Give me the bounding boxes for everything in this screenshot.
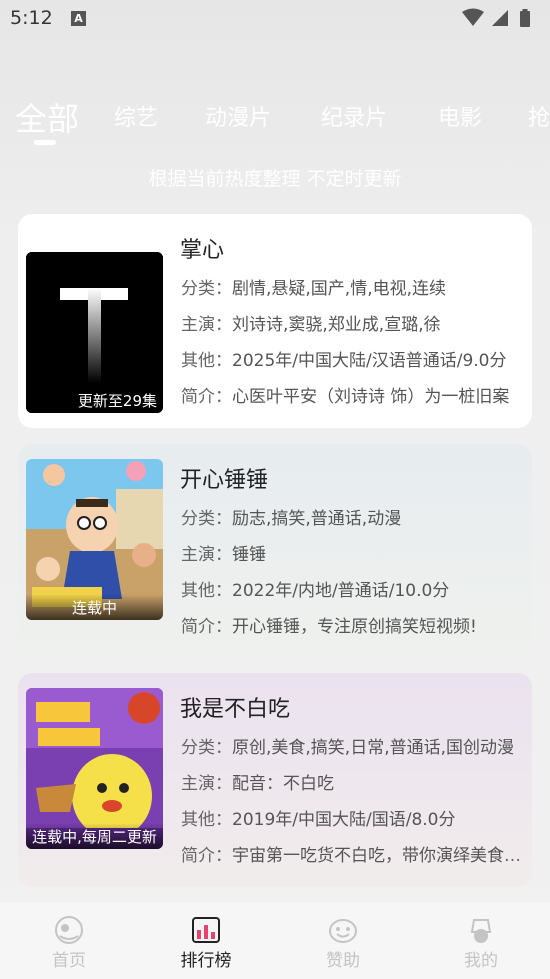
home-icon [55,916,83,944]
wifi-icon [462,8,484,26]
cast-value: 配音：不白吃 [232,774,334,794]
update-badge: 更新至29集 [26,387,163,413]
intro-row: 简介：心医叶平安（刘诗诗 饰）为一桩旧案 [181,382,521,407]
tab-documentary[interactable]: 纪录片 [321,100,387,132]
nav-sponsor-label: 赞助 [326,951,360,971]
bottom-navigation: 首页 排行榜 赞助 我的 [0,902,550,979]
card-title: 我是不白吃 [180,697,291,722]
other-value: 2019年/中国大陆/国语/8.0分 [232,810,456,830]
nav-profile-label: 我的 [464,951,498,971]
ranking-card[interactable]: 连载中 开心锤锤 分类：励志,搞笑,普通话,动漫 主演：锤锤 其他：2022年/… [18,444,532,658]
ranking-card[interactable]: 更新至29集 掌心 分类：剧情,悬疑,国产,情,电视,连续 主演：刘诗诗,窦骁,… [18,214,532,428]
other-label: 其他： [181,581,232,601]
other-row: 其他：2022年/内地/普通话/10.0分 [181,576,521,601]
category-row: 分类：剧情,悬疑,国产,情,电视,连续 [181,274,521,299]
intro-value: 心医叶平安（刘诗诗 饰）为一桩旧案 [232,387,510,407]
intro-row: 简介：宇宙第一吃货不白吃，带你演绎美食背后的故事 [181,841,521,866]
cast-row: 主演：刘诗诗,窦骁,郑业成,宣璐,徐 [181,310,521,335]
category-label: 分类： [181,738,232,758]
category-value: 励志,搞笑,普通话,动漫 [232,509,402,529]
ranking-icon [192,917,220,943]
intro-value: 开心锤锤，专注原创搞笑短视频! [232,617,477,637]
intro-label: 简介： [181,846,232,866]
profile-icon [470,919,492,943]
tab-anime[interactable]: 动漫片 [205,100,271,132]
category-row: 分类：励志,搞笑,普通话,动漫 [181,504,521,529]
nav-profile[interactable]: 我的 [436,916,526,971]
nav-ranking[interactable]: 排行榜 [161,916,251,971]
poster-image: 连载中 [26,459,163,620]
intro-value: 宇宙第一吃货不白吃，带你演绎美食背后的故事 [232,846,521,866]
ranking-subtitle: 根据当前热度整理 不定时更新 [148,168,402,190]
nav-home[interactable]: 首页 [24,916,114,971]
other-value: 2022年/内地/普通话/10.0分 [232,581,450,601]
sponsor-icon [329,919,357,943]
intro-label: 简介： [181,387,232,407]
status-time: 5:12 [10,7,53,29]
other-value: 2025年/中国大陆/汉语普通话/9.0分 [232,351,507,371]
nav-ranking-label: 排行榜 [180,951,232,971]
battery-icon [520,11,530,27]
status-icons [462,8,530,27]
category-value: 剧情,悬疑,国产,情,电视,连续 [232,279,447,299]
intro-label: 简介： [181,617,232,637]
cast-label: 主演： [181,315,232,335]
intro-row: 简介：开心锤锤，专注原创搞笑短视频! [181,612,521,637]
category-row: 分类：原创,美食,搞笑,日常,普通话,国创动漫 [181,733,521,758]
category-tabs: 全部 综艺 动漫片 纪录片 电影 抢 [0,88,550,148]
tab-more[interactable]: 抢 [528,100,550,132]
tab-variety[interactable]: 综艺 [114,100,158,132]
active-tab-indicator [34,140,56,145]
card-title: 掌心 [180,238,225,263]
card-title: 开心锤锤 [180,468,269,493]
poster-image: 更新至29集 [26,252,163,413]
cast-label: 主演： [181,774,232,794]
other-label: 其他： [181,351,232,371]
cast-label: 主演： [181,545,232,565]
cast-row: 主演：配音：不白吃 [181,769,521,794]
ranking-card[interactable]: 连载中,每周二更新 我是不白吃 分类：原创,美食,搞笑,日常,普通话,国创动漫 … [18,673,532,887]
cast-value: 锤锤 [232,545,266,565]
notification-a-icon: A [71,11,86,26]
other-row: 其他：2025年/中国大陆/汉语普通话/9.0分 [181,346,521,371]
category-value: 原创,美食,搞笑,日常,普通话,国创动漫 [232,738,515,758]
category-label: 分类： [181,279,232,299]
nav-home-label: 首页 [52,951,86,971]
other-label: 其他： [181,810,232,830]
status-bar: 5:12 A [0,0,550,38]
update-badge: 连载中,每周二更新 [26,823,163,849]
nav-sponsor[interactable]: 赞助 [298,916,388,971]
signal-icon [492,10,508,26]
cast-row: 主演：锤锤 [181,540,521,565]
cast-value: 刘诗诗,窦骁,郑业成,宣璐,徐 [232,315,441,335]
category-label: 分类： [181,509,232,529]
other-row: 其他：2019年/中国大陆/国语/8.0分 [181,805,521,830]
update-badge: 连载中 [26,594,163,620]
tab-all[interactable]: 全部 [15,94,79,140]
tab-movie[interactable]: 电影 [438,100,482,132]
poster-image: 连载中,每周二更新 [26,688,163,849]
